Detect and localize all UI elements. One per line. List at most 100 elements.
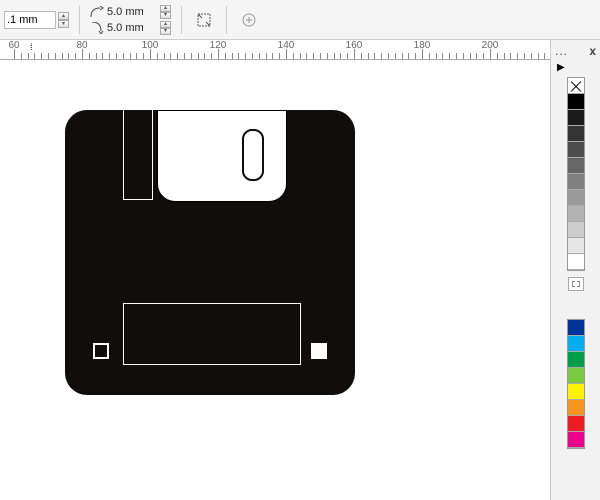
ruler-tick-minor (436, 53, 437, 59)
corner-y-value: 5.0 mm (107, 22, 157, 34)
palette-options-button[interactable] (568, 277, 584, 291)
stroke-width-group: ▴ ▾ (4, 11, 69, 29)
panel-menu-icon[interactable]: ... (555, 44, 568, 58)
spinner-down-icon[interactable]: ▾ (160, 28, 171, 35)
ruler-tick-minor (136, 53, 137, 59)
ruler-tick-minor (96, 53, 97, 59)
swatch[interactable] (568, 238, 584, 254)
swatch[interactable] (568, 94, 584, 110)
separator (226, 6, 227, 34)
ruler-tick-minor (340, 53, 341, 59)
top-toolbar: ▴ ▾ 5.0 mm ▴ ▾ 5.0 mm ▴ ▾ (0, 0, 600, 40)
ruler-tick-minor (238, 53, 239, 59)
swatch[interactable] (568, 142, 584, 158)
ruler-tick-minor (245, 53, 246, 59)
ruler-label: 120 (210, 40, 227, 51)
ruler-tick-minor (470, 53, 471, 59)
close-icon[interactable]: x (589, 44, 596, 58)
swatch[interactable] (568, 320, 584, 336)
swatch[interactable] (568, 174, 584, 190)
stroke-width-input[interactable] (4, 11, 56, 29)
ruler-tick-minor (395, 53, 396, 59)
ruler-label: 180 (414, 40, 431, 51)
ruler-tick-minor (415, 53, 416, 59)
swatch[interactable] (568, 126, 584, 142)
swatch[interactable] (568, 110, 584, 126)
scale-corners-button[interactable] (192, 8, 216, 32)
ruler-tick-minor (517, 53, 518, 59)
ruler-tick-minor (368, 53, 369, 59)
ruler-label: 200 (482, 40, 499, 51)
right-panel: ... x ▶ (550, 40, 600, 500)
swatch[interactable] (568, 352, 584, 368)
color-palette (567, 319, 585, 449)
swatch[interactable] (568, 158, 584, 174)
spinner-down-icon[interactable]: ▾ (58, 20, 69, 28)
ruler-tick-minor (130, 53, 131, 59)
canvas-workspace[interactable] (0, 60, 550, 500)
swatch[interactable] (568, 400, 584, 416)
ruler-tick-minor (177, 53, 178, 59)
ruler-tick-minor (347, 53, 348, 59)
spinner-up-icon[interactable]: ▴ (160, 5, 171, 12)
ruler-tick-minor (497, 53, 498, 59)
swatch[interactable] (568, 336, 584, 352)
ruler-tick-minor (204, 53, 205, 59)
floppy-shape[interactable] (65, 110, 355, 395)
ruler-tick-minor (327, 53, 328, 59)
ruler-tick-minor (300, 53, 301, 59)
corner-radius-group: 5.0 mm ▴ ▾ 5.0 mm ▴ ▾ (90, 5, 171, 35)
ruler-tick-minor (75, 53, 76, 59)
ruler-tick-minor (55, 53, 56, 59)
swatch[interactable] (568, 206, 584, 222)
ruler-tick-minor (388, 53, 389, 59)
ruler-tick-minor (402, 53, 403, 59)
swatch[interactable] (568, 190, 584, 206)
stroke-width-spinners: ▴ ▾ (58, 12, 69, 28)
ruler-tick-minor (191, 53, 192, 59)
ruler-tick-minor (225, 53, 226, 59)
separator (79, 6, 80, 34)
corner-y-icon (90, 22, 104, 34)
ruler-tick-minor (102, 53, 103, 59)
ruler-tick-minor (68, 53, 69, 59)
ruler-tick-minor (198, 53, 199, 59)
ruler-tick-minor (442, 53, 443, 59)
ruler-tick-minor (266, 53, 267, 59)
ruler-tick-minor (259, 53, 260, 59)
swatch[interactable] (568, 222, 584, 238)
flyout-arrow-icon[interactable]: ▶ (551, 62, 600, 73)
ruler-tick-minor (62, 53, 63, 59)
ruler-tick-minor (123, 53, 124, 59)
spinner-up-icon[interactable]: ▴ (160, 21, 171, 28)
panel-header: ... x (551, 40, 600, 62)
corner-y-spinners: ▴ ▾ (160, 21, 171, 35)
ruler-tick-minor (293, 53, 294, 59)
ruler-tick-minor (279, 53, 280, 59)
ruler-tick-minor (408, 53, 409, 59)
ruler-tick-minor (476, 53, 477, 59)
swatch[interactable] (568, 416, 584, 432)
horizontal-ruler: ⁞ 6080100120140160180200 (0, 40, 550, 60)
swatch[interactable] (568, 254, 584, 270)
ruler-tick-minor (28, 53, 29, 59)
swatch[interactable] (568, 384, 584, 400)
ruler-tick-minor (34, 53, 35, 59)
ruler-label: 60 (8, 40, 19, 51)
ruler-tick-minor (524, 53, 525, 59)
ruler-tick-minor (483, 53, 484, 59)
ruler-tick-minor (306, 53, 307, 59)
ruler-tick-minor (41, 53, 42, 59)
ruler-tick-minor (320, 53, 321, 59)
swatch-none[interactable] (568, 78, 584, 94)
spinner-down-icon[interactable]: ▾ (160, 12, 171, 19)
spinner-up-icon[interactable]: ▴ (58, 12, 69, 20)
floppy-label-area (123, 303, 301, 365)
swatch[interactable] (568, 368, 584, 384)
swatch[interactable] (568, 432, 584, 448)
ruler-tick-minor (449, 53, 450, 59)
canvas[interactable] (0, 60, 550, 500)
ruler-tick-minor (157, 53, 158, 59)
add-button[interactable] (237, 8, 261, 32)
ruler-marker-icon: ⁞ (30, 42, 33, 52)
